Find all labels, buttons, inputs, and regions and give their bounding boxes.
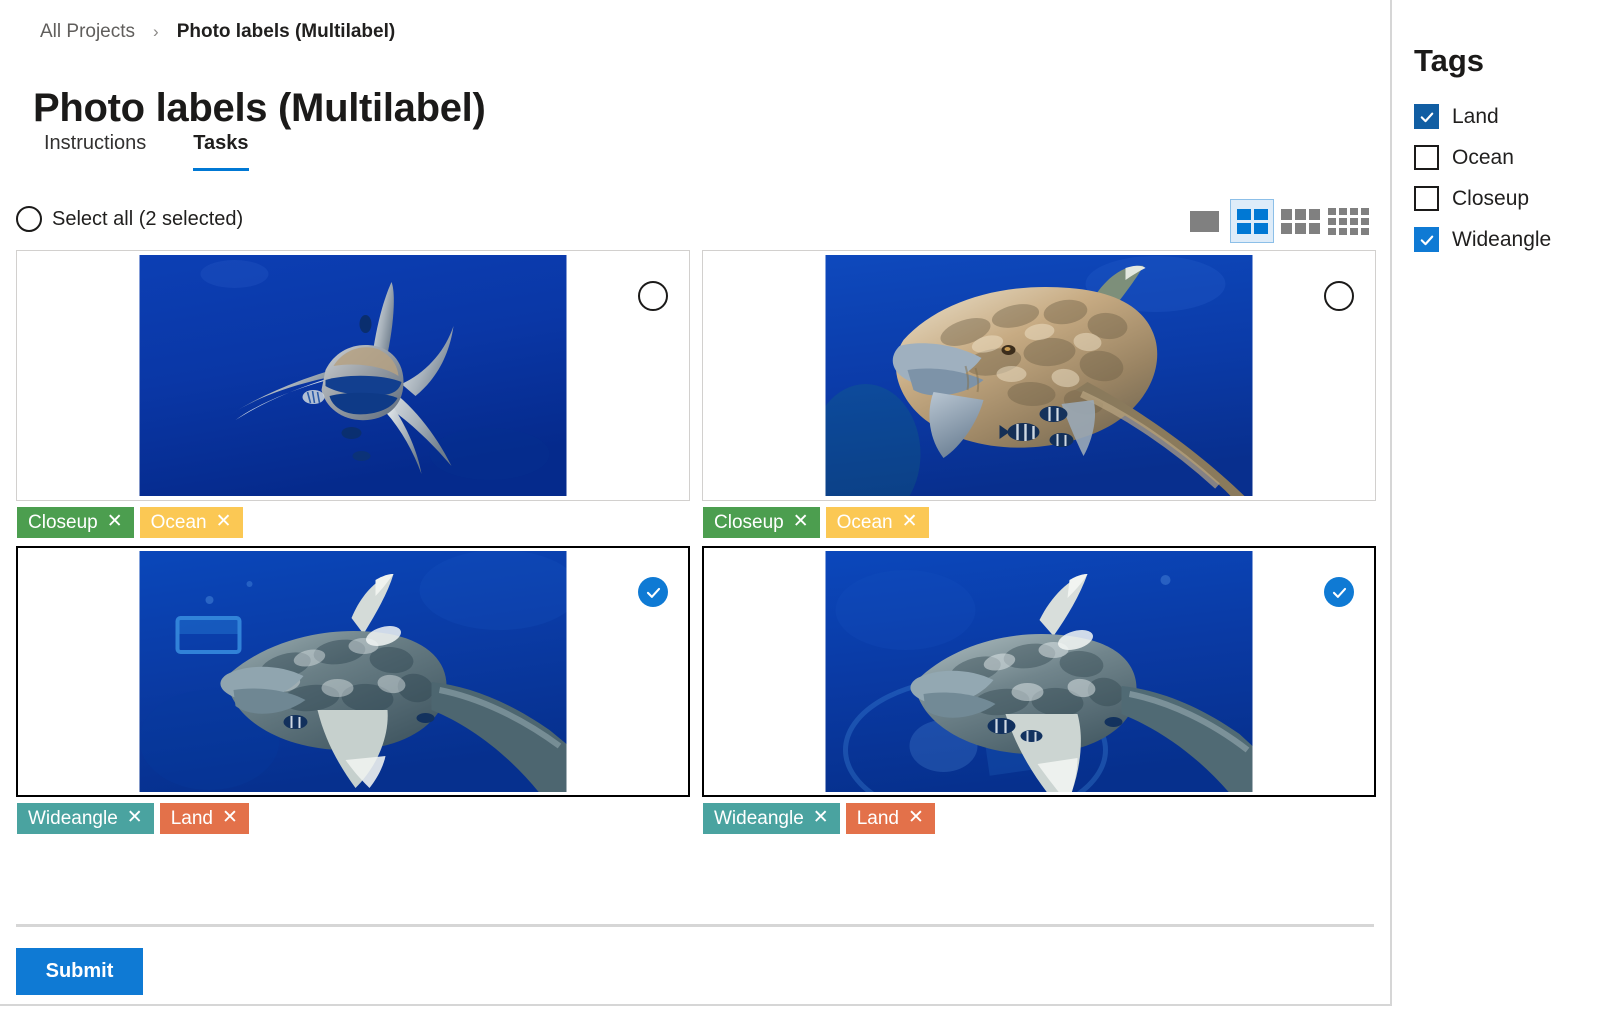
tags-panel: Tags Land Ocean Closeup Wideangle: [1392, 0, 1598, 1030]
tag-chip-label: Wideangle: [714, 808, 804, 829]
close-icon[interactable]: ✕: [813, 808, 829, 827]
close-icon[interactable]: ✕: [908, 808, 924, 827]
task-card-2-select[interactable]: [1324, 281, 1354, 311]
close-icon[interactable]: ✕: [793, 512, 809, 531]
tags-panel-title: Tags: [1414, 43, 1485, 78]
circle-unchecked-icon: [638, 281, 668, 311]
close-icon[interactable]: ✕: [902, 512, 918, 531]
tag-chip-label: Land: [856, 808, 899, 829]
task-labeling-page: All Projects › Photo labels (Multilabel)…: [0, 0, 1598, 1030]
page-title: Photo labels (Multilabel): [33, 85, 486, 130]
select-all-label[interactable]: Select all (2 selected): [52, 208, 243, 231]
tag-chip-label: Land: [170, 808, 213, 829]
breadcrumb-separator-icon: ›: [153, 22, 159, 41]
task-card-1-chips: Closeup ✕ Ocean ✕: [16, 507, 690, 538]
task-card-2-chips: Closeup ✕ Ocean ✕: [702, 507, 1376, 538]
task-card-1[interactable]: [16, 250, 690, 501]
circle-checked-icon: [1324, 577, 1354, 607]
close-icon[interactable]: ✕: [222, 808, 238, 827]
view-mode-single-button[interactable]: [1182, 199, 1226, 243]
view-mode-toggle: [1182, 199, 1370, 243]
view-mode-3x2-button[interactable]: [1278, 199, 1322, 243]
task-card-2[interactable]: [702, 250, 1376, 501]
tag-chip-closeup[interactable]: Closeup ✕: [703, 507, 820, 538]
grid-3x2-icon: [1280, 208, 1320, 234]
tab-instructions[interactable]: Instructions: [44, 132, 146, 171]
tab-bar: Instructions Tasks: [44, 132, 249, 171]
tag-filter-closeup[interactable]: Closeup: [1414, 178, 1598, 219]
close-icon[interactable]: ✕: [216, 512, 232, 531]
single-pane-icon: [1189, 210, 1219, 232]
tab-tasks[interactable]: Tasks: [193, 132, 249, 171]
tag-chip-wideangle[interactable]: Wideangle ✕: [17, 803, 154, 834]
main-panel: All Projects › Photo labels (Multilabel)…: [0, 0, 1392, 1006]
tag-chip-wideangle[interactable]: Wideangle ✕: [703, 803, 840, 834]
task-image-3[interactable]: [139, 551, 567, 792]
checkbox-unchecked-icon[interactable]: [1414, 186, 1439, 212]
grid-4x3-icon: [1327, 207, 1369, 235]
tag-chip-label: Closeup: [28, 512, 98, 533]
select-all-row: Select all (2 selected): [16, 206, 243, 232]
task-card-grid: Closeup ✕ Ocean ✕ Closeup ✕ Ocean ✕ Wide…: [16, 250, 1376, 834]
task-card-4-select[interactable]: [1324, 577, 1354, 607]
tag-filter-land[interactable]: Land: [1414, 96, 1598, 137]
tag-chip-land[interactable]: Land ✕: [845, 803, 935, 834]
task-card-1-select[interactable]: [638, 281, 668, 311]
grid-2x2-icon: [1236, 208, 1268, 234]
circle-unchecked-icon: [1324, 281, 1354, 311]
breadcrumb-current: Photo labels (Multilabel): [176, 21, 396, 42]
close-icon[interactable]: ✕: [107, 512, 123, 531]
tag-chip-ocean[interactable]: Ocean ✕: [139, 507, 243, 538]
task-image-2[interactable]: [825, 255, 1253, 496]
task-image-4[interactable]: [825, 551, 1253, 792]
tag-filter-ocean[interactable]: Ocean: [1414, 137, 1598, 178]
submit-button[interactable]: Submit: [16, 948, 143, 995]
tag-filter-label: Land: [1452, 104, 1499, 128]
task-card-3-chips: Wideangle ✕ Land ✕: [16, 803, 690, 834]
close-icon[interactable]: ✕: [127, 808, 143, 827]
circle-checked-icon: [638, 577, 668, 607]
footer-divider: [16, 924, 1374, 927]
checkbox-checked-icon[interactable]: [1414, 104, 1439, 130]
view-mode-4x3-button[interactable]: [1326, 199, 1370, 243]
tag-filter-label: Wideangle: [1452, 227, 1552, 251]
select-all-checkbox[interactable]: [16, 206, 42, 232]
tag-chip-ocean[interactable]: Ocean ✕: [825, 507, 929, 538]
task-image-1[interactable]: [139, 255, 567, 496]
tag-filter-wideangle[interactable]: Wideangle: [1414, 219, 1598, 260]
tag-chip-label: Wideangle: [28, 808, 118, 829]
tag-chip-label: Ocean: [150, 512, 207, 533]
breadcrumb-all-projects[interactable]: All Projects: [40, 22, 135, 41]
view-mode-2x2-button[interactable]: [1230, 199, 1274, 243]
checkbox-unchecked-icon[interactable]: [1414, 145, 1439, 171]
checkbox-checked-icon[interactable]: [1414, 227, 1439, 253]
tag-chip-land[interactable]: Land ✕: [159, 803, 249, 834]
task-card-container-3: Wideangle ✕ Land ✕: [16, 546, 690, 834]
breadcrumb: All Projects › Photo labels (Multilabel): [40, 22, 395, 41]
tag-chip-label: Closeup: [714, 512, 784, 533]
tag-filter-label: Ocean: [1452, 145, 1514, 169]
task-card-4-chips: Wideangle ✕ Land ✕: [702, 803, 1376, 834]
tag-chip-label: Ocean: [836, 512, 893, 533]
task-card-3-select[interactable]: [638, 577, 668, 607]
task-card-container-2: Closeup ✕ Ocean ✕: [702, 250, 1376, 538]
tag-filter-label: Closeup: [1452, 186, 1530, 210]
task-card-container-4: Wideangle ✕ Land ✕: [702, 546, 1376, 834]
task-card-container-1: Closeup ✕ Ocean ✕: [16, 250, 690, 538]
task-card-3[interactable]: [16, 546, 690, 797]
task-card-4[interactable]: [702, 546, 1376, 797]
tag-chip-closeup[interactable]: Closeup ✕: [17, 507, 134, 538]
